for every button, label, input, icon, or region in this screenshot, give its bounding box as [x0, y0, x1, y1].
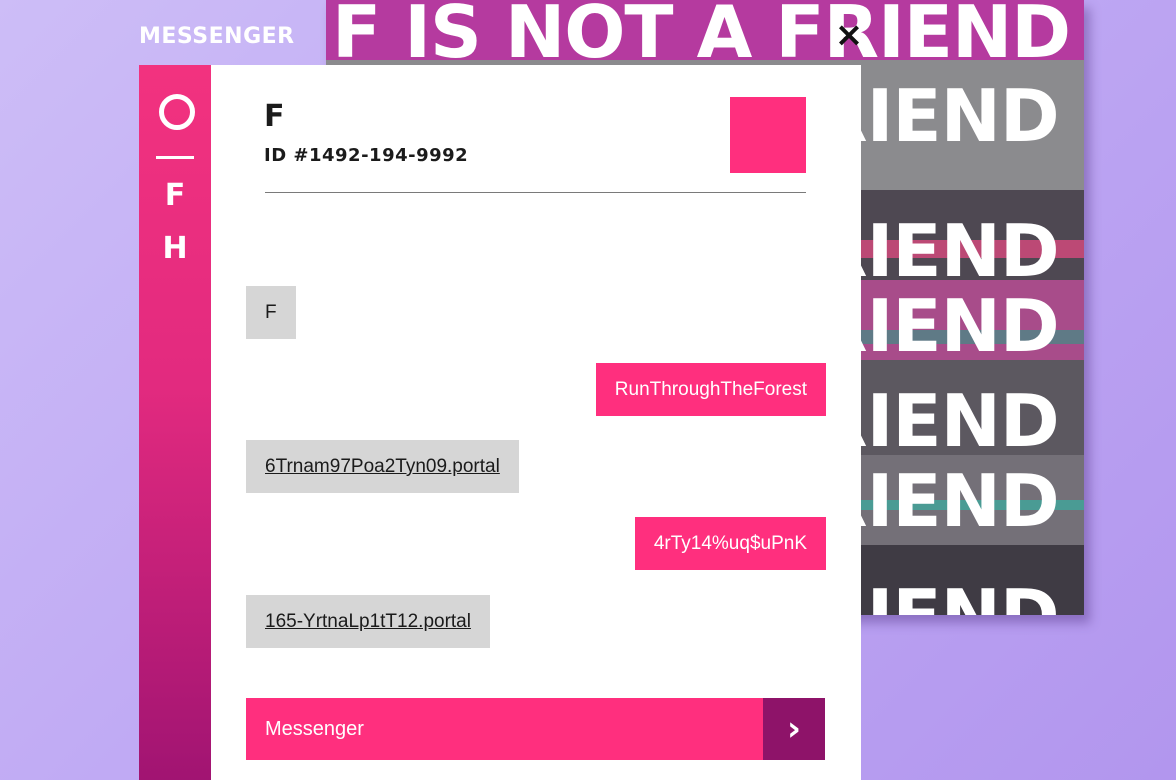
- message-composer: [246, 698, 763, 760]
- message-text: RunThroughTheForest: [614, 379, 807, 400]
- message-text: F: [265, 302, 277, 323]
- message-outgoing: RunThroughTheForest: [595, 363, 826, 416]
- art-word: F IS NOT A FRIEND: [332, 0, 1071, 74]
- ring-icon[interactable]: [159, 94, 195, 130]
- contact-id: ID #1492-194-9992: [264, 145, 469, 166]
- message-incoming: 165-YrtnaLp1tT12.portal: [246, 595, 490, 648]
- sidebar-item-f[interactable]: F: [139, 178, 211, 213]
- message-incoming: F: [246, 286, 296, 339]
- message-input[interactable]: [246, 698, 763, 760]
- message-incoming: 6Trnam97Poa2Tyn09.portal: [246, 440, 519, 493]
- app-title: MESSENGER: [139, 24, 295, 49]
- close-icon[interactable]: ×: [832, 18, 866, 52]
- message-text: 4rTy14%uq$uPnK: [653, 533, 807, 554]
- send-button[interactable]: ›: [763, 698, 825, 760]
- contact-name: F: [264, 99, 285, 134]
- avatar[interactable]: [730, 97, 806, 173]
- sidebar-divider: [156, 156, 194, 159]
- sidebar: F H: [139, 65, 211, 780]
- chat-panel: F ID #1492-194-9992 F RunThroughTheFores…: [211, 65, 861, 780]
- message-outgoing: 4rTy14%uq$uPnK: [634, 517, 826, 570]
- sidebar-item-h[interactable]: H: [139, 231, 211, 266]
- chevron-right-icon: ›: [786, 709, 801, 749]
- portal-link[interactable]: 6Trnam97Poa2Tyn09.portal: [265, 456, 500, 477]
- portal-link[interactable]: 165-YrtnaLp1tT12.portal: [265, 611, 471, 632]
- header-divider: [265, 192, 806, 193]
